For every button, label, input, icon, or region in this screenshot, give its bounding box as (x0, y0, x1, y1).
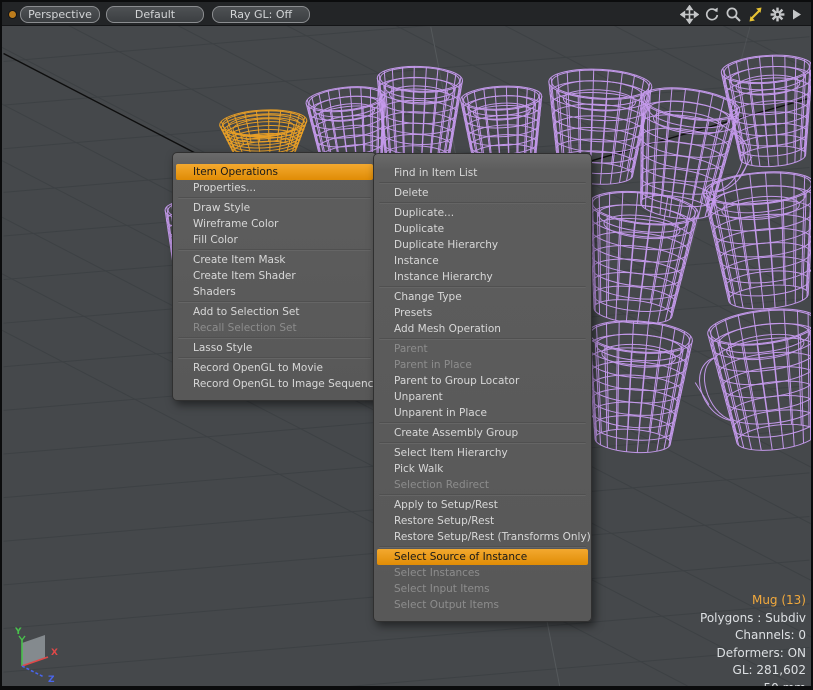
menu-separator (178, 301, 371, 303)
menu-item-create-item-mask[interactable]: Create Item Mask (176, 252, 373, 268)
menu-item-select-input-items: Select Input Items (377, 581, 588, 597)
menu-item-delete[interactable]: Delete (377, 185, 588, 201)
menu-item-change-type[interactable]: Change Type (377, 289, 588, 305)
info-polygons: Polygons : Subdiv (700, 610, 806, 628)
menu-separator (178, 197, 371, 199)
menu-item-find-in-item-list[interactable]: Find in Item List (377, 165, 588, 181)
menu-item-parent-in-place: Parent in Place (377, 357, 588, 373)
menu-item-item-operations[interactable]: Item Operations (176, 164, 373, 180)
menu-item-instance-hierarchy[interactable]: Instance Hierarchy (377, 269, 588, 285)
menu-item-duplicate[interactable]: Duplicate (377, 221, 588, 237)
x-axis-label: X (51, 648, 58, 658)
menu-separator (379, 546, 586, 548)
menu-item-add-mesh-operation[interactable]: Add Mesh Operation (377, 321, 588, 337)
menu-item-draw-style[interactable]: Draw Style (176, 200, 373, 216)
viewport-toolbar: Perspective Default Ray GL: Off (2, 2, 811, 26)
menu-item-restore-setup-rest-transforms-only[interactable]: Restore Setup/Rest (Transforms Only) (377, 529, 588, 545)
menu-item-parent: Parent (377, 341, 588, 357)
menu-item-selection-redirect: Selection Redirect (377, 477, 588, 493)
menu-item-restore-setup-rest[interactable]: Restore Setup/Rest (377, 513, 588, 529)
shading-style-button[interactable]: Default (106, 6, 204, 23)
menu-item-create-assembly-group[interactable]: Create Assembly Group (377, 425, 588, 441)
menu-item-recall-selection-set: Recall Selection Set (176, 320, 373, 336)
viewport-icon-group (680, 5, 803, 24)
expand-arrow-icon[interactable] (790, 5, 803, 24)
menu-item-unparent-in-place[interactable]: Unparent in Place (377, 405, 588, 421)
menu-separator (379, 202, 586, 204)
menu-separator (178, 337, 371, 339)
menu-separator (379, 286, 586, 288)
selection-info-overlay: Mug (13) Polygons : Subdiv Channels: 0 D… (700, 592, 806, 690)
menu-item-select-output-items: Select Output Items (377, 597, 588, 613)
maximize-icon[interactable] (746, 5, 765, 24)
menu-item-shaders[interactable]: Shaders (176, 284, 373, 300)
menu-separator (379, 182, 586, 184)
menu-separator (379, 422, 586, 424)
y-axis-label: Y (14, 627, 22, 637)
menu-item-record-opengl-to-image-sequence[interactable]: Record OpenGL to Image Sequence (176, 376, 373, 392)
menu-item-unparent[interactable]: Unparent (377, 389, 588, 405)
viewport-active-indicator (9, 11, 16, 18)
menu-item-add-to-selection-set[interactable]: Add to Selection Set (176, 304, 373, 320)
menu-item-properties[interactable]: Properties... (176, 180, 373, 196)
menu-item-duplicate[interactable]: Duplicate... (377, 205, 588, 221)
info-deformers: Deformers: ON (700, 645, 806, 663)
info-focal-length: 50 mm (700, 680, 806, 690)
gear-icon[interactable] (768, 5, 787, 24)
menu-item-lasso-style[interactable]: Lasso Style (176, 340, 373, 356)
menu-item-select-source-of-instance[interactable]: Select Source of Instance (377, 549, 588, 565)
ray-gl-button[interactable]: Ray GL: Off (212, 6, 310, 23)
menu-item-pick-walk[interactable]: Pick Walk (377, 461, 588, 477)
menu-item-create-item-shader[interactable]: Create Item Shader (176, 268, 373, 284)
axis-gizmo: Y X Z (7, 620, 69, 684)
zoom-icon[interactable] (724, 5, 743, 24)
menu-item-apply-to-setup-rest[interactable]: Apply to Setup/Rest (377, 497, 588, 513)
menu-separator (379, 338, 586, 340)
menu-item-select-instances: Select Instances (377, 565, 588, 581)
menu-item-select-item-hierarchy[interactable]: Select Item Hierarchy (377, 445, 588, 461)
context-menu: Item OperationsProperties... Draw StyleWi… (172, 152, 377, 401)
menu-item-instance[interactable]: Instance (377, 253, 588, 269)
menu-item-duplicate-hierarchy[interactable]: Duplicate Hierarchy (377, 237, 588, 253)
viewport-3d: Perspective Default Ray GL: Off (0, 0, 813, 690)
z-axis-label: Z (48, 675, 55, 684)
pan-icon[interactable] (680, 5, 699, 24)
menu-item-fill-color[interactable]: Fill Color (176, 232, 373, 248)
menu-item-parent-to-group-locator[interactable]: Parent to Group Locator (377, 373, 588, 389)
z-axis (22, 666, 44, 677)
menu-item-wireframe-color[interactable]: Wireframe Color (176, 216, 373, 232)
info-gl-count: GL: 281,602 (700, 662, 806, 680)
menu-separator (178, 357, 371, 359)
selected-item-name: Mug (13) (700, 592, 806, 610)
view-type-button[interactable]: Perspective (20, 6, 100, 23)
info-channels: Channels: 0 (700, 627, 806, 645)
menu-separator (178, 249, 371, 251)
rotate-icon[interactable] (702, 5, 721, 24)
menu-separator (379, 442, 586, 444)
menu-item-presets[interactable]: Presets (377, 305, 588, 321)
menu-item-record-opengl-to-movie[interactable]: Record OpenGL to Movie (176, 360, 373, 376)
menu-separator (379, 494, 586, 496)
item-operations-submenu: Find in Item ListDeleteDuplicate...Dupli… (373, 153, 592, 622)
